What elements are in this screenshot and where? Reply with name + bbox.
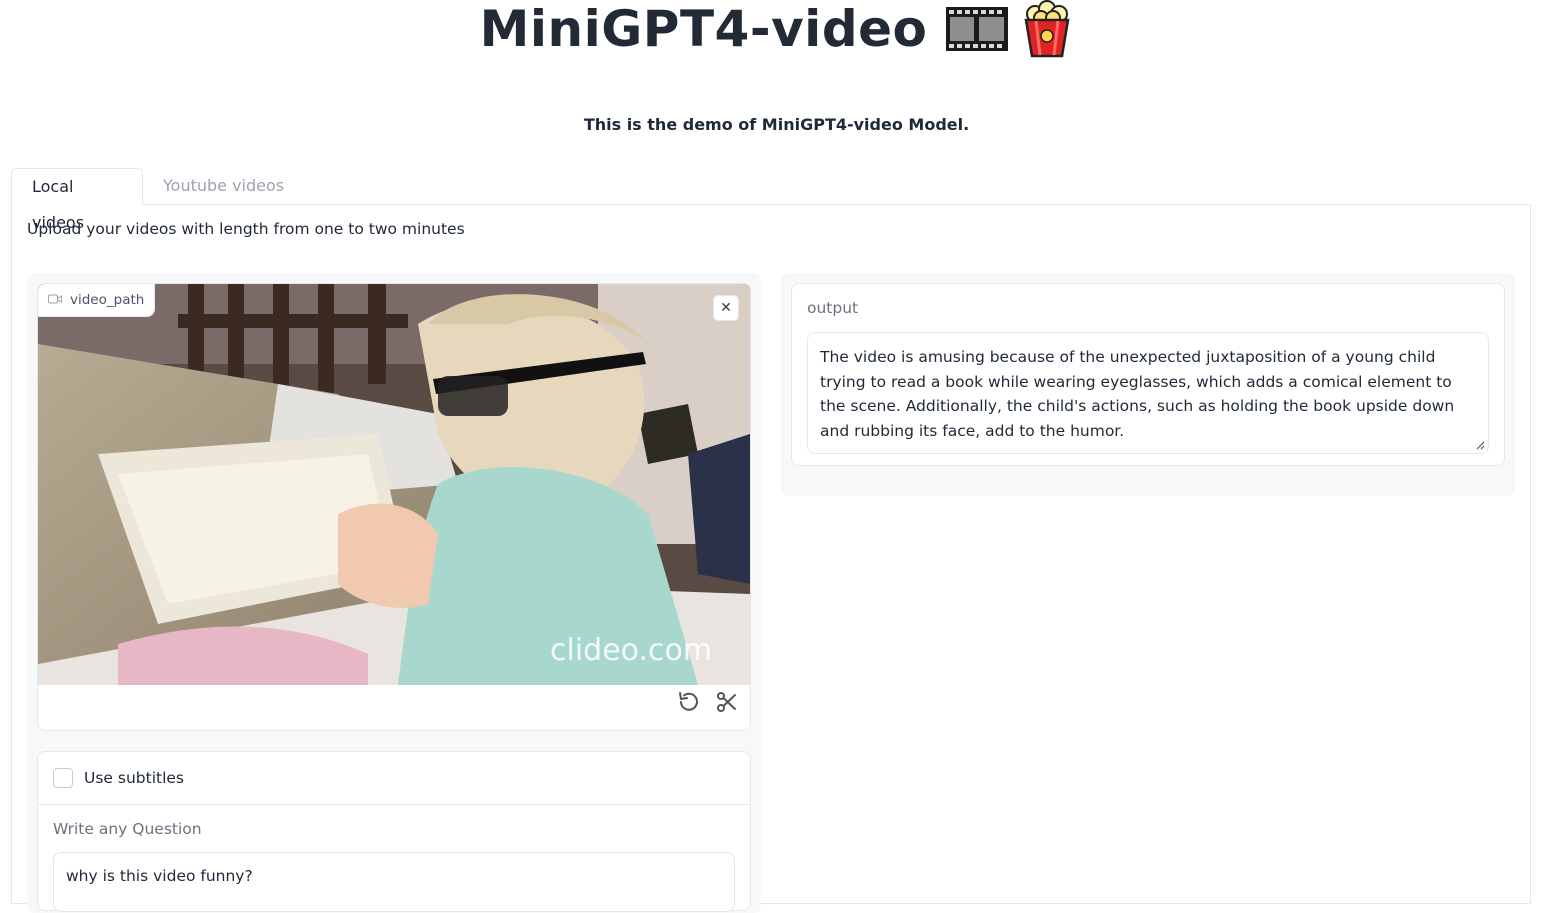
video-label-badge: video_path — [38, 284, 156, 317]
tab-local-videos[interactable]: Local videos — [11, 168, 143, 232]
tab-bar: Local videos Youtube videos — [11, 168, 1531, 232]
use-subtitles-label[interactable]: Use subtitles — [84, 769, 184, 787]
resize-grip-icon[interactable] — [1475, 440, 1485, 450]
subtitles-row: Use subtitles — [38, 752, 750, 805]
output-text: The video is amusing because of the unex… — [820, 348, 1455, 440]
question-input[interactable]: why is this video funny? — [53, 852, 735, 912]
film-frames-icon — [945, 4, 1009, 54]
video-controls — [676, 689, 740, 715]
question-panel: Use subtitles Write any Question why is … — [37, 751, 751, 912]
trim-button[interactable] — [714, 689, 740, 715]
close-icon: ✕ — [720, 300, 732, 316]
video-component: clideo.com video_path ✕ — [37, 283, 751, 731]
popcorn-icon — [1021, 0, 1073, 58]
video-label: video_path — [70, 292, 145, 308]
question-label: Write any Question — [53, 820, 202, 838]
scissors-icon — [717, 692, 736, 712]
use-subtitles-checkbox[interactable] — [53, 768, 73, 788]
output-panel: output The video is amusing because of t… — [791, 283, 1505, 466]
video-camera-icon — [48, 292, 62, 308]
tab-youtube-videos[interactable]: Youtube videos — [143, 168, 304, 204]
page-title: MiniGPT4-video — [479, 0, 928, 58]
undo-button[interactable] — [676, 689, 702, 715]
video-player[interactable]: clideo.com — [38, 284, 750, 685]
clear-video-button[interactable]: ✕ — [713, 295, 739, 321]
output-textarea[interactable]: The video is amusing because of the unex… — [807, 332, 1489, 454]
video-watermark: clideo.com — [550, 633, 712, 668]
app-title: MiniGPT4-video — [0, 0, 1553, 66]
output-label: output — [807, 299, 859, 317]
page-subtitle: This is the demo of MiniGPT4-video Model… — [583, 115, 970, 134]
undo-icon — [679, 692, 698, 711]
tab-description: Upload your videos with length from one … — [27, 220, 465, 238]
